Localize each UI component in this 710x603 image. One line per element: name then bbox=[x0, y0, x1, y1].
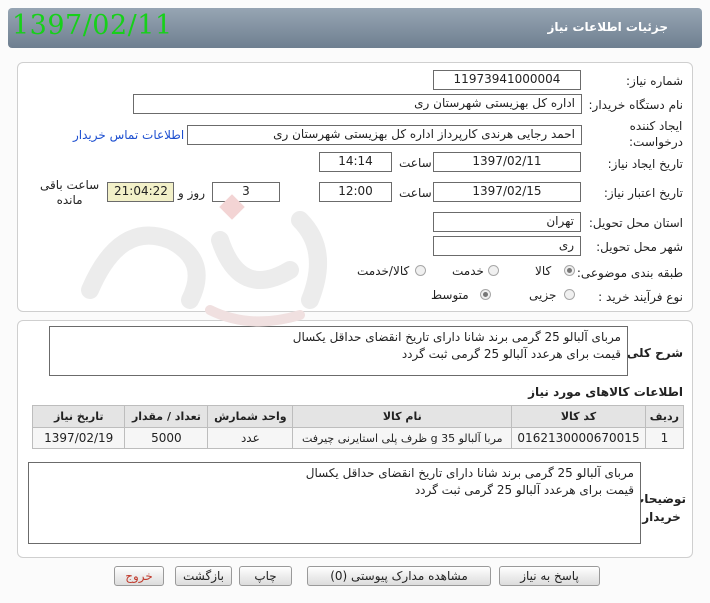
summary-text: مربای آلبالو 25 گرمی برند شانا دارای تار… bbox=[49, 326, 628, 376]
created-time-label: ساعت bbox=[399, 156, 432, 170]
validity-time-label: ساعت bbox=[399, 186, 432, 200]
cell-row: 1 bbox=[644, 427, 685, 449]
table-row: 1 0162130000670015 مربا آلبالو 35 g ظرف … bbox=[31, 427, 685, 449]
creator-field: احمد رجایی هرندی کارپرداز اداره کل بهزیس… bbox=[187, 125, 582, 145]
process-radio-minor[interactable] bbox=[564, 289, 575, 300]
need-number-field: 11973941000004 bbox=[433, 70, 581, 90]
validity-date-label: تاریخ اعتبار نیاز: bbox=[603, 186, 683, 200]
creator-label: ایجاد کننده درخواست: bbox=[629, 118, 683, 150]
creator-label-line1: ایجاد کننده bbox=[629, 119, 683, 133]
created-date-label: تاریخ ایجاد نیاز: bbox=[607, 157, 683, 171]
col-date: تاریخ نیاز bbox=[31, 405, 126, 428]
buyer-org-label: نام دستگاه خریدار: bbox=[588, 98, 684, 112]
category-option-goods-service: کالا/خدمت bbox=[357, 264, 410, 278]
reply-button[interactable]: پاسخ به نیاز bbox=[499, 566, 600, 586]
cell-unit: عدد bbox=[207, 427, 294, 449]
city-label: شهر محل تحویل: bbox=[596, 240, 683, 254]
city-field: ری bbox=[433, 236, 581, 256]
buyer-notes-text: مربای آلبالو 25 گرمی برند شانا دارای تار… bbox=[28, 462, 641, 544]
remaining-label-line1: ساعت باقی bbox=[40, 178, 100, 192]
category-label: طبقه بندی موضوعی: bbox=[576, 266, 683, 280]
goods-title: اطلاعات کالاهای مورد نیاز bbox=[528, 385, 683, 399]
buyer-contact-link[interactable]: اطلاعات تماس خریدار bbox=[73, 128, 184, 142]
process-option-minor: جزیی bbox=[529, 288, 557, 302]
process-radio-medium[interactable] bbox=[480, 289, 491, 300]
province-field: تهران bbox=[433, 212, 581, 232]
remaining-label-line2: مانده bbox=[56, 193, 83, 207]
col-row: ردیف bbox=[644, 405, 685, 428]
exit-button[interactable]: خروج bbox=[114, 566, 164, 586]
goods-table: ردیف کد کالا نام کالا واحد شمارش تعداد /… bbox=[31, 405, 685, 449]
page-title: جزئیات اطلاعات نیاز bbox=[547, 20, 668, 34]
category-radio-goods-service[interactable] bbox=[415, 265, 426, 276]
cell-date: 1397/02/19 bbox=[31, 427, 126, 449]
back-button[interactable]: بازگشت bbox=[175, 566, 232, 586]
cell-code: 0162130000670015 bbox=[511, 427, 646, 449]
process-label: نوع فرآیند خرید : bbox=[598, 290, 683, 304]
validity-time-field: 12:00 bbox=[319, 182, 392, 202]
category-radio-goods[interactable] bbox=[564, 265, 575, 276]
process-option-medium: متوسط bbox=[431, 288, 469, 302]
cell-name: مربا آلبالو 35 g ظرف پلی استایرنی چیرفت bbox=[292, 427, 513, 449]
days-remaining-field: 3 bbox=[212, 182, 280, 202]
category-option-goods: کالا bbox=[535, 264, 552, 278]
category-option-service: خدمت bbox=[452, 264, 484, 278]
col-unit: واحد شمارش bbox=[207, 405, 294, 428]
validity-date-field: 1397/02/15 bbox=[433, 182, 581, 202]
created-date-field: 1397/02/11 bbox=[433, 152, 581, 172]
col-name: نام کالا bbox=[292, 405, 513, 428]
need-number-label: شماره نیاز: bbox=[626, 74, 683, 88]
col-code: کد کالا bbox=[511, 405, 646, 428]
col-qty: تعداد / مقدار bbox=[124, 405, 209, 428]
cell-qty: 5000 bbox=[124, 427, 209, 449]
remaining-time-field: 21:04:22 bbox=[107, 182, 174, 202]
overlay-date: 1397/02/11 bbox=[12, 10, 173, 41]
view-attachments-button[interactable]: مشاهده مدارک پیوستی (0) bbox=[307, 566, 491, 586]
creator-label-line2: درخواست: bbox=[629, 135, 683, 149]
goods-header-row: ردیف کد کالا نام کالا واحد شمارش تعداد /… bbox=[31, 405, 685, 428]
created-time-field: 14:14 bbox=[319, 152, 392, 172]
print-button[interactable]: چاپ bbox=[239, 566, 292, 586]
days-label: روز و bbox=[178, 186, 205, 200]
category-radio-service[interactable] bbox=[488, 265, 499, 276]
buyer-org-field: اداره کل بهزیستی شهرستان ری bbox=[133, 94, 582, 114]
province-label: استان محل تحویل: bbox=[588, 216, 683, 230]
remaining-time-label: ساعت باقی مانده bbox=[40, 178, 99, 208]
